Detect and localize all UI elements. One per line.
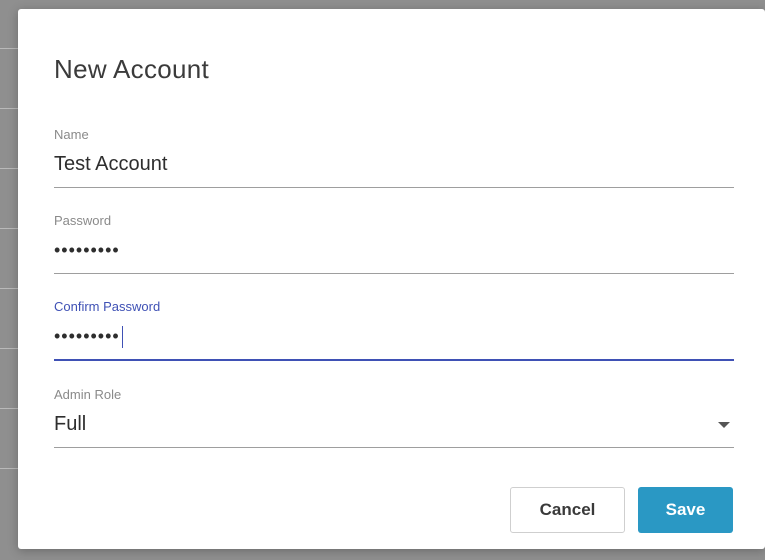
new-account-dialog: New Account Name Password ••••••••• Conf… (18, 9, 765, 549)
password-value: ••••••••• (54, 240, 120, 260)
text-caret (121, 326, 123, 349)
admin-role-label: Admin Role (54, 387, 122, 402)
password-input[interactable]: ••••••••• (54, 235, 734, 265)
confirm-password-field: Confirm Password ••••••••• (54, 299, 734, 361)
admin-role-value: Full (54, 413, 87, 435)
name-field: Name (54, 127, 734, 188)
chevron-down-icon[interactable] (718, 422, 730, 428)
save-button[interactable]: Save (638, 487, 733, 533)
password-underline (54, 273, 734, 274)
admin-role-select[interactable]: Full (54, 409, 734, 439)
confirm-password-value: ••••••••• (54, 326, 120, 346)
confirm-password-underline (54, 359, 734, 361)
password-field: Password ••••••••• (54, 213, 734, 274)
cancel-button[interactable]: Cancel (510, 487, 625, 533)
name-label: Name (54, 127, 89, 142)
confirm-password-label: Confirm Password (54, 299, 161, 314)
name-underline (54, 187, 734, 188)
admin-role-underline (54, 447, 734, 448)
confirm-password-input[interactable]: ••••••••• (54, 321, 734, 351)
dialog-title: New Account (54, 54, 210, 84)
password-label: Password (54, 213, 112, 228)
admin-role-field: Admin Role Full (54, 387, 734, 448)
name-input[interactable] (54, 149, 734, 179)
